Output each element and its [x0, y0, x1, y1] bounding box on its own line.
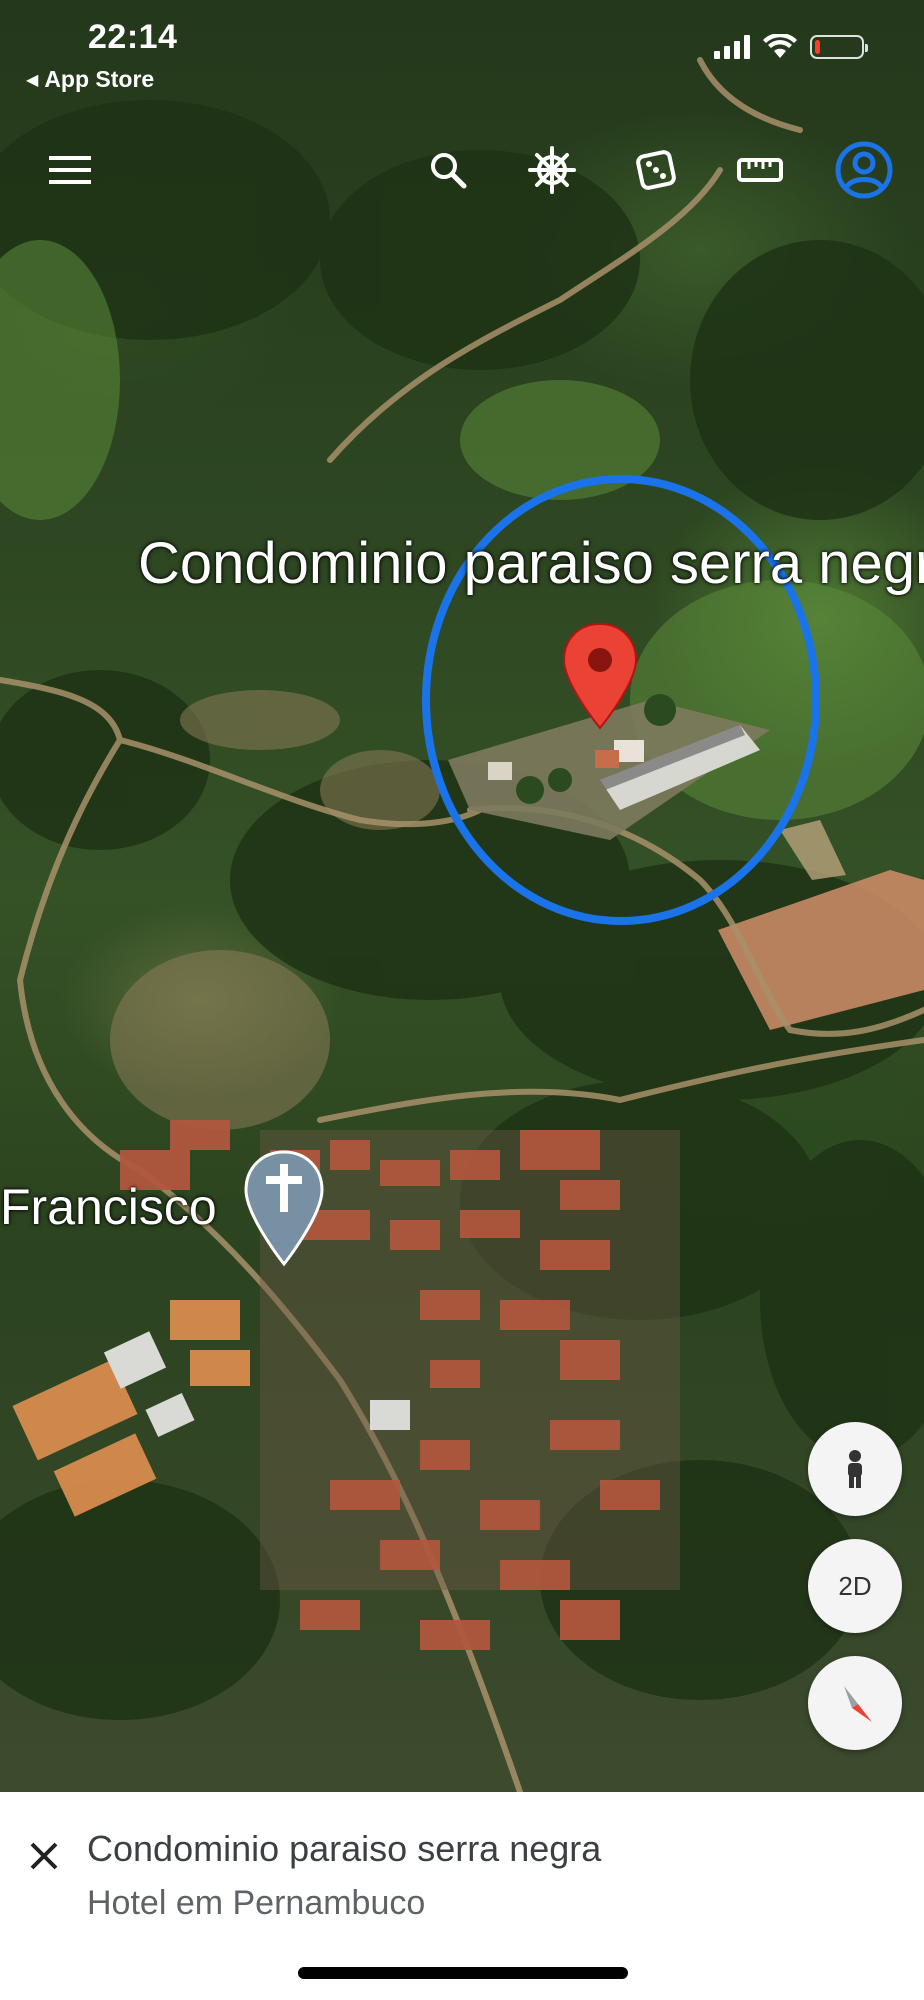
feeling-lucky-button[interactable]	[626, 138, 686, 202]
back-app-label: App Store	[44, 66, 155, 92]
back-to-app-link[interactable]: ◀ App Store	[26, 66, 154, 93]
back-arrow-icon: ◀	[26, 71, 39, 89]
signal-icon	[714, 35, 750, 59]
close-icon	[30, 1842, 58, 1870]
status-bar: 22:14 ◀ App Store	[0, 0, 924, 100]
person-icon	[848, 1450, 862, 1488]
voyager-button[interactable]	[522, 138, 582, 202]
highlight-ellipse	[422, 475, 820, 925]
close-button[interactable]	[20, 1832, 68, 1880]
ruler-icon	[737, 158, 783, 182]
measure-button[interactable]	[730, 138, 790, 202]
church-pin-icon[interactable]	[242, 1150, 326, 1268]
wifi-icon	[763, 34, 797, 58]
account-icon	[835, 141, 893, 199]
home-indicator[interactable]	[298, 1967, 628, 1979]
dice-icon	[636, 150, 676, 190]
compass-icon	[844, 1686, 872, 1722]
battery-level	[815, 40, 820, 54]
search-icon	[431, 153, 467, 189]
menu-icon	[49, 156, 91, 184]
location-pin-icon[interactable]	[560, 622, 640, 732]
compass-button[interactable]	[808, 1656, 902, 1750]
status-time: 22:14	[88, 18, 178, 56]
top-toolbar	[0, 138, 924, 202]
place-bottom-sheet[interactable]: Condominio paraiso serra negra Hotel em …	[0, 1792, 924, 2000]
place-title[interactable]: Condominio paraiso serra negra	[87, 1828, 601, 1870]
battery-icon	[810, 35, 868, 59]
search-button[interactable]	[418, 138, 478, 202]
map-place-label[interactable]: Condominio paraiso serra negra	[138, 530, 924, 597]
view-toggle-button[interactable]: 2D	[808, 1539, 902, 1633]
map-place-label-secondary[interactable]: Francisco	[0, 1178, 217, 1236]
view-toggle-label: 2D	[838, 1570, 872, 1601]
account-button[interactable]	[834, 138, 894, 202]
system-icons	[714, 34, 868, 60]
place-subtitle: Hotel em Pernambuco	[87, 1884, 426, 1922]
menu-button[interactable]	[40, 138, 100, 202]
pegman-button[interactable]	[808, 1422, 902, 1516]
voyager-wheel-icon	[528, 146, 576, 194]
satellite-map[interactable]	[0, 0, 924, 1792]
